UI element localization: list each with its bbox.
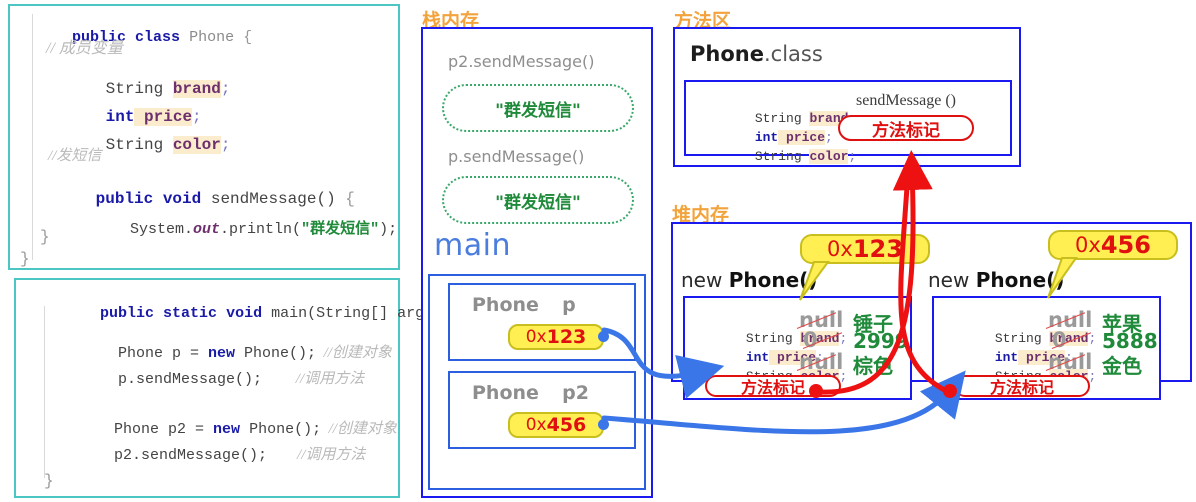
stack-variable-p-type: Phone: [472, 294, 539, 316]
code-println: .println(: [220, 221, 302, 238]
stack-variable-p2-anchor-dot: [598, 419, 609, 430]
h1-default-2: null: [799, 350, 844, 374]
method-area-inner-box: String brand; int price; String color; s…: [684, 80, 1012, 164]
code-close-paren: );: [379, 221, 398, 238]
ma-field-semi-2: ;: [848, 149, 857, 164]
stack-frame-label-p: p.sendMessage(): [448, 147, 585, 166]
stack-variable-p-anchor-dot: [598, 331, 609, 342]
address-value-p: 123: [546, 326, 587, 348]
method-area-class-suffix: .class: [763, 42, 823, 66]
stack-main-frame-label: main: [434, 228, 511, 263]
heap-object-2-header: new Phone(): [928, 268, 1064, 292]
h1-value-2: 棕色: [853, 354, 893, 378]
code-brace-open: {: [243, 29, 253, 46]
h2-value-2: 金色: [1102, 354, 1142, 378]
callout-value-1: 123: [852, 235, 903, 263]
code-type-string-2: String: [105, 136, 164, 154]
stack-variable-p2-address: 0x 456: [508, 412, 604, 438]
stack-variable-p2-box: Phone p2 0x 456: [448, 371, 636, 449]
stack-frame-label-p2: p2.sendMessage(): [448, 52, 595, 71]
ma-field-type-2: String: [754, 149, 802, 164]
stack-variable-p-box: Phone p 0x 123: [448, 283, 636, 361]
method-area-method-name: sendMessage (): [856, 92, 956, 109]
address-value-p2: 456: [546, 414, 587, 436]
heap-object-1-method-tag: 方法标记: [705, 375, 841, 397]
address-prefix-p2: 0x: [525, 415, 547, 435]
heap-object-1-new: new: [681, 268, 729, 292]
stack-variable-p2-name: p2: [562, 382, 589, 404]
callout-value-2: 456: [1100, 231, 1151, 259]
code-cmt-call-1: //调用方法: [295, 371, 365, 387]
heap-object-1-address-callout: 0x 123: [800, 234, 930, 264]
main-code-panel: public static void main(String[] args) {…: [14, 278, 469, 498]
class-code-panel: public class Phone { // 成员变量 String bran…: [8, 4, 400, 270]
code-brace-close-1: }: [40, 228, 50, 246]
heap-object-1-box: String brand; int price; String color; n…: [683, 296, 912, 400]
code-string-literal: "群发短信": [301, 221, 380, 238]
code-comment-send: //发短信: [48, 148, 102, 164]
h2-default-2: null: [1048, 350, 1093, 374]
method-area-method-tag: 方法标记: [838, 115, 974, 141]
code-classname: Phone: [189, 29, 235, 46]
method-area-class-label: Phone.class: [690, 42, 823, 66]
stack-frame-output-p2: "群发短信": [442, 84, 634, 132]
code-semi-1: ;: [220, 80, 231, 98]
code-main-brace-close: }: [44, 472, 54, 490]
stack-variable-p-name: p: [562, 294, 576, 316]
code-main-static: static: [163, 305, 218, 322]
code-semi-3: ;: [220, 136, 231, 154]
code-brace-close-2: }: [20, 250, 30, 268]
code-field-color: color: [172, 136, 221, 154]
code-system: System.: [130, 221, 194, 238]
address-prefix-p: 0x: [525, 327, 547, 347]
heap-object-2-box: String brand; int price; String color; n…: [932, 296, 1161, 400]
callout-prefix-1: 0x: [827, 237, 853, 261]
heap-object-2-address-callout: 0x 456: [1048, 230, 1178, 260]
heap-object-1-name: Phone(): [728, 268, 818, 292]
heap-object-2-name: Phone(): [975, 268, 1065, 292]
ma-field-name-2: color: [809, 149, 849, 164]
stack-variable-p2-type: Phone: [472, 382, 539, 404]
code-main-void: void: [226, 305, 263, 322]
code-cmt-call-2: //调用方法: [297, 447, 366, 463]
code-call-p: p.sendMessage();: [118, 371, 263, 388]
method-area-class-name: Phone: [690, 42, 764, 66]
heap-object-2-method-tag: 方法标记: [954, 375, 1090, 397]
h1-default-1: 0: [803, 328, 818, 352]
stack-frame-output-p: "群发短信": [442, 176, 634, 224]
code-out: out: [193, 221, 221, 238]
code-keyword-class: class: [135, 29, 181, 46]
code-main-public: public: [100, 305, 155, 322]
heap-object-1-header: new Phone(): [681, 268, 817, 292]
code-comment-member: // 成员变量: [46, 40, 123, 57]
heap-object-2-new: new: [928, 268, 976, 292]
h2-default-1: 0: [1052, 328, 1067, 352]
code-call-p2: p2.sendMessage();: [114, 447, 268, 464]
stack-variable-p-address: 0x 123: [508, 324, 604, 350]
callout-prefix-2: 0x: [1075, 233, 1101, 257]
